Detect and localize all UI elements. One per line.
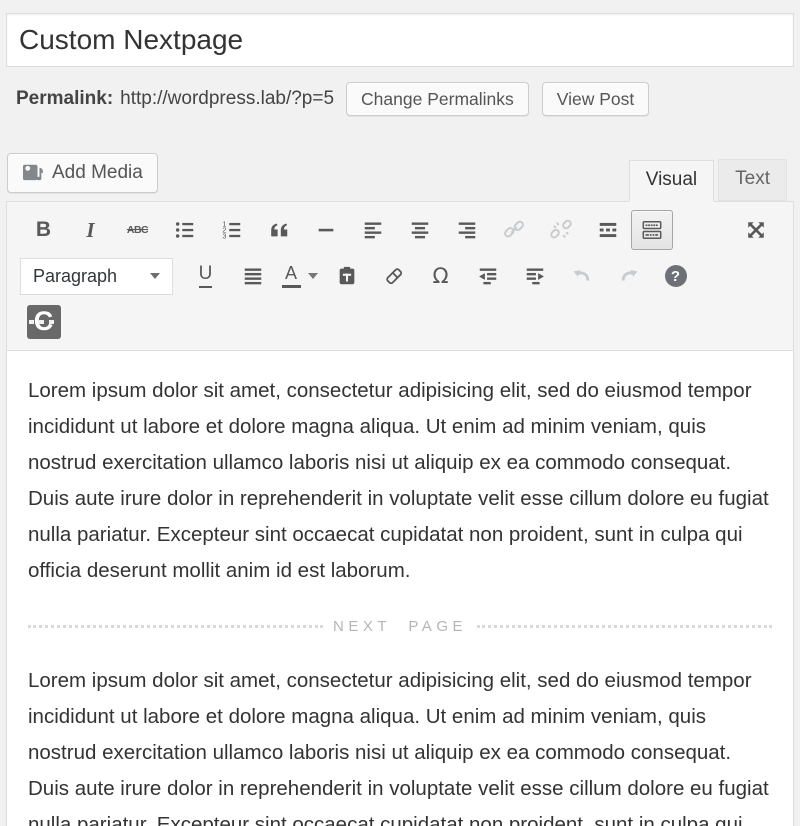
paste-as-text-icon: [336, 265, 358, 287]
help-button[interactable]: ?: [652, 256, 699, 296]
fullscreen-button[interactable]: [732, 210, 779, 250]
italic-icon: I: [86, 218, 94, 243]
post-editor-page: Permalink: http://wordpress.lab/?p=5 Cha…: [0, 0, 800, 826]
more-tag-icon: [597, 219, 619, 241]
format-select-value: Paragraph: [33, 266, 117, 287]
text-color-button[interactable]: A: [276, 256, 323, 296]
add-media-label: Add Media: [52, 162, 143, 184]
underline-button[interactable]: U: [182, 256, 229, 296]
outdent-button[interactable]: [464, 256, 511, 296]
outdent-icon: [477, 265, 499, 287]
redo-icon: [618, 265, 640, 287]
strikethrough-icon: ABC: [127, 224, 148, 236]
numbered-list-icon: 123: [221, 219, 243, 241]
align-center-button[interactable]: [396, 210, 443, 250]
admin-media-icon: [22, 162, 44, 184]
editor-header: Add Media Visual Text: [6, 153, 794, 201]
editor-tabs: Visual Text: [629, 159, 787, 201]
fullscreen-icon: [745, 219, 767, 241]
help-icon: ?: [665, 265, 687, 287]
link-button: [490, 210, 537, 250]
special-character-icon: Ω: [432, 264, 448, 288]
align-center-icon: [409, 219, 431, 241]
page-break-button[interactable]: C: [20, 302, 67, 342]
editor-content-area[interactable]: Lorem ipsum dolor sit amet, consectetur …: [7, 351, 793, 826]
toolbar-toggle-button[interactable]: [631, 210, 673, 250]
bold-button[interactable]: B: [20, 210, 67, 250]
justify-button[interactable]: [229, 256, 276, 296]
unlink-button: [537, 210, 584, 250]
italic-button[interactable]: I: [67, 210, 114, 250]
horizontal-rule-button[interactable]: [302, 210, 349, 250]
chevron-down-icon: [150, 273, 160, 279]
page-break-icon: C: [27, 305, 61, 339]
nextpage-divider-label: NEXT PAGE: [333, 618, 467, 635]
strikethrough-button[interactable]: ABC: [114, 210, 161, 250]
horizontal-rule-icon: [315, 219, 337, 241]
link-icon: [503, 219, 525, 241]
blockquote-icon: [268, 219, 290, 241]
align-right-button[interactable]: [443, 210, 490, 250]
more-tag-button[interactable]: [584, 210, 631, 250]
permalink-url: http://wordpress.lab/?p=5: [120, 88, 334, 110]
undo-icon: [571, 265, 593, 287]
special-character-button[interactable]: Ω: [417, 256, 464, 296]
toolbar-toggle-icon: [641, 219, 663, 241]
toolbar-row-2: Paragraph U A Ω?: [7, 250, 793, 296]
toolbar-row-3: C: [7, 296, 793, 342]
content-paragraph[interactable]: Lorem ipsum dolor sit amet, consectetur …: [28, 373, 772, 589]
align-left-icon: [362, 219, 384, 241]
view-post-button[interactable]: View Post: [542, 82, 650, 116]
blockquote-button[interactable]: [255, 210, 302, 250]
svg-text:3: 3: [222, 231, 226, 240]
nextpage-divider-line: [477, 625, 772, 628]
bold-icon: B: [36, 218, 51, 242]
align-right-icon: [456, 219, 478, 241]
text-color-icon: A: [282, 264, 318, 288]
underline-icon: U: [199, 264, 213, 288]
content-paragraph[interactable]: Lorem ipsum dolor sit amet, consectetur …: [28, 663, 772, 826]
unlink-icon: [550, 219, 572, 241]
nextpage-divider[interactable]: NEXT PAGE: [28, 618, 772, 635]
justify-icon: [242, 265, 264, 287]
indent-icon: [524, 265, 546, 287]
paste-as-text-button[interactable]: [323, 256, 370, 296]
post-title-input[interactable]: [6, 13, 794, 67]
align-left-button[interactable]: [349, 210, 396, 250]
bullet-list-button[interactable]: [161, 210, 208, 250]
nextpage-divider-line: [28, 625, 323, 628]
bullet-list-icon: [174, 219, 196, 241]
redo-button: [605, 256, 652, 296]
toolbar-row-1: B I ABC 123: [7, 202, 793, 250]
tab-text[interactable]: Text: [718, 159, 787, 201]
undo-button: [558, 256, 605, 296]
permalink-label: Permalink:: [16, 88, 113, 110]
permalink-row: Permalink: http://wordpress.lab/?p=5 Cha…: [16, 82, 794, 116]
indent-button[interactable]: [511, 256, 558, 296]
editor-toolbar: B I ABC 123 Paragraph U A Ω? C: [7, 202, 793, 351]
paragraph-format-select[interactable]: Paragraph: [20, 258, 173, 295]
change-permalinks-button[interactable]: Change Permalinks: [346, 82, 529, 116]
tab-visual[interactable]: Visual: [629, 160, 714, 202]
editor-frame: B I ABC 123 Paragraph U A Ω? C Lorem ipsum do…: [6, 201, 794, 826]
clear-formatting-button[interactable]: [370, 256, 417, 296]
add-media-button[interactable]: Add Media: [7, 153, 158, 193]
numbered-list-button[interactable]: 123: [208, 210, 255, 250]
clear-formatting-icon: [383, 265, 405, 287]
